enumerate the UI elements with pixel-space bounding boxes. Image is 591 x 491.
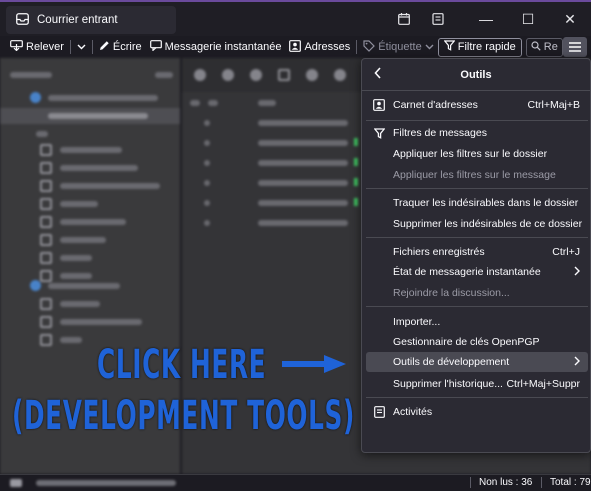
panel-title: Outils <box>460 68 492 81</box>
chevron-down-icon <box>425 41 434 53</box>
toolbar-divider <box>69 40 71 54</box>
contact-card-icon <box>372 98 386 112</box>
chevron-right-icon <box>574 265 580 279</box>
tab-inbox[interactable]: Courrier entrant <box>6 6 176 34</box>
status-account-info <box>10 478 200 488</box>
menu-item-label: Outils de développement <box>393 356 510 368</box>
menu-item-message-filters[interactable]: Filtres de messages <box>366 123 588 143</box>
download-icon <box>10 40 23 54</box>
menu-item-chat-status[interactable]: État de messagerie instantanée <box>366 262 588 282</box>
menu-item-shortcut: Ctrl+J <box>552 246 580 258</box>
menu-item-delete-junk[interactable]: Supprimer les indésirables de ce dossier <box>366 214 588 234</box>
app-menu-button[interactable] <box>563 37 587 57</box>
tools-menu-panel: Outils Carnet d'adresses Ctrl+Maj+B Filt… <box>361 58 591 453</box>
address-book-label: Adresses <box>304 41 351 53</box>
panel-header: Outils <box>362 59 590 91</box>
menu-item-label: Traquer les indésirables dans le dossier <box>393 197 579 209</box>
filter-icon <box>443 40 456 54</box>
menu-item-shortcut: Ctrl+Maj+Suppr <box>506 378 580 390</box>
menu-separator <box>366 188 588 189</box>
menu-separator <box>366 397 588 398</box>
mail-icon <box>16 12 29 28</box>
chat-button[interactable]: Messagerie instantanée <box>146 37 286 57</box>
menu-item-label: Fichiers enregistrés <box>393 246 485 258</box>
calendar-icon[interactable] <box>387 2 421 36</box>
menu-item-shortcut: Ctrl+Maj+B <box>527 99 580 111</box>
total-count: Total : 79 <box>541 477 591 488</box>
get-messages-dropdown[interactable] <box>73 37 90 57</box>
status-bar: Non lus : 36 Total : 79 <box>0 474 591 491</box>
menu-item-label: Appliquer les filtres sur le dossier <box>393 148 548 160</box>
menu-item-run-junk-controls[interactable]: Traquer les indésirables dans le dossier <box>366 193 588 213</box>
menu-item-label: Appliquer les filtres sur le message <box>393 169 556 181</box>
menu-separator <box>366 306 588 307</box>
quick-filter-label: Filtre rapide <box>457 41 516 53</box>
search-input[interactable]: Re <box>525 37 563 57</box>
menu-item-address-book[interactable]: Carnet d'adresses Ctrl+Maj+B <box>366 95 588 115</box>
quick-filter-button[interactable]: Filtre rapide <box>437 37 522 57</box>
toolbar-divider <box>356 40 358 54</box>
write-button[interactable]: Écrire <box>95 37 146 57</box>
tag-icon <box>363 39 376 55</box>
filter-icon <box>372 126 386 140</box>
toolbar-divider <box>91 40 93 54</box>
menu-item-apply-filters-folder[interactable]: Appliquer les filtres sur le dossier <box>366 144 588 164</box>
contact-card-icon <box>289 39 302 55</box>
chat-label: Messagerie instantanée <box>164 41 282 53</box>
tag-button[interactable]: Étiquette <box>359 37 437 57</box>
tab-title: Courrier entrant <box>37 14 118 26</box>
chevron-down-icon <box>77 41 86 53</box>
menu-separator <box>366 120 588 121</box>
search-placeholder: Re <box>543 41 558 53</box>
menu-item-apply-filters-message: Appliquer les filtres sur le message <box>366 165 588 185</box>
menu-item-label: Importer... <box>393 316 441 328</box>
main-toolbar: Relever Écrire Messagerie instantanée Ad… <box>0 36 591 58</box>
address-book-icon[interactable] <box>421 2 455 36</box>
search-icon <box>531 40 541 54</box>
back-arrow-icon[interactable] <box>374 67 382 82</box>
menu-item-openpgp-key-manager[interactable]: Gestionnaire de clés OpenPGP <box>366 332 588 352</box>
menu-separator <box>366 237 588 238</box>
get-messages-label: Relever <box>26 41 64 53</box>
minimize-button[interactable]: — <box>465 2 507 36</box>
title-bar: Courrier entrant — ☐ ✕ <box>0 0 591 36</box>
menu-item-join-chat: Rejoindre la discussion... <box>366 283 588 303</box>
activity-icon <box>372 405 386 419</box>
close-button[interactable]: ✕ <box>549 2 591 36</box>
annotation-development-tools: (DEVELOPMENT TOOLS) <box>12 393 355 439</box>
menu-item-activities[interactable]: Activités <box>366 402 588 422</box>
menu-item-developer-tools[interactable]: Outils de développement <box>366 352 588 372</box>
annotation-click-here: CLICK HERE <box>97 342 267 388</box>
unread-count: Non lus : 36 <box>470 477 532 488</box>
menu-item-label: Filtres de messages <box>393 127 487 139</box>
menu-item-label: Gestionnaire de clés OpenPGP <box>393 336 540 348</box>
menu-item-label: Supprimer l'historique... <box>393 378 503 390</box>
menu-item-saved-files[interactable]: Fichiers enregistrés Ctrl+J <box>366 242 588 262</box>
annotation-arrow-icon <box>282 355 346 373</box>
menu-item-label: Carnet d'adresses <box>393 99 478 111</box>
menu-item-label: Supprimer les indésirables de ce dossier <box>393 218 583 230</box>
menu-item-label: État de messagerie instantanée <box>393 266 541 278</box>
get-messages-button[interactable]: Relever <box>6 37 68 57</box>
menu-item-clear-history[interactable]: Supprimer l'historique... Ctrl+Maj+Suppr <box>366 374 588 394</box>
write-label: Écrire <box>112 41 142 53</box>
address-book-button[interactable]: Adresses <box>285 37 354 57</box>
chat-bubble-icon <box>149 40 162 54</box>
hamburger-icon <box>569 40 581 55</box>
menu-item-import[interactable]: Importer... <box>366 312 588 332</box>
maximize-button[interactable]: ☐ <box>507 2 549 36</box>
tag-label: Étiquette <box>378 41 422 53</box>
pencil-icon <box>99 40 110 54</box>
chevron-right-icon <box>574 355 580 369</box>
menu-item-label: Rejoindre la discussion... <box>393 287 510 299</box>
menu-item-label: Activités <box>393 406 433 418</box>
